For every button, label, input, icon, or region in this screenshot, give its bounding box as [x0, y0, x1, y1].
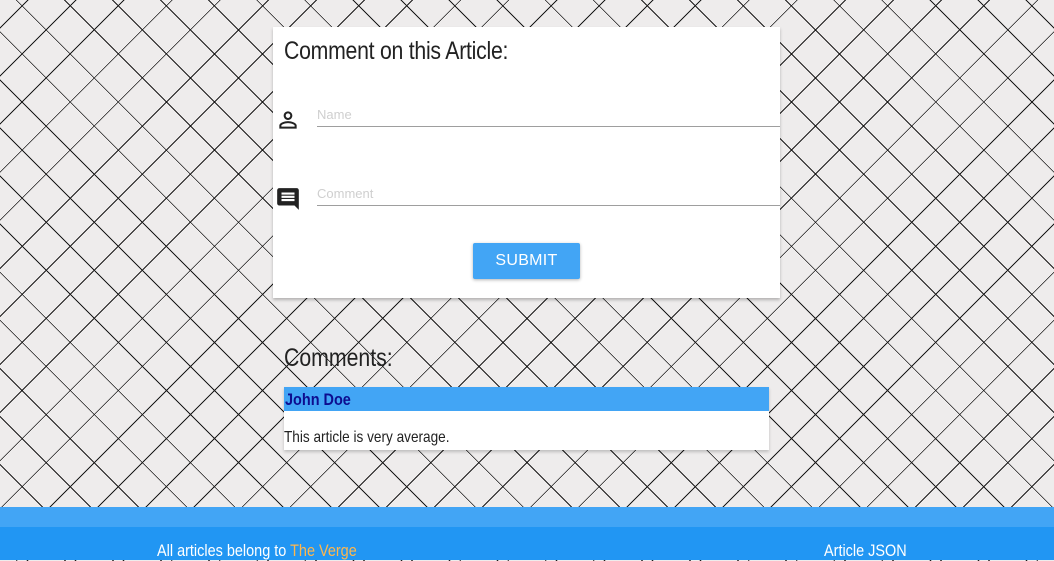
comment-item: John Doe This article is very average. [284, 387, 769, 450]
footer: All articles belong to The Verge Article… [0, 507, 1054, 560]
comment-icon [275, 186, 301, 212]
name-input[interactable] [317, 102, 780, 127]
comment-input[interactable] [317, 181, 780, 206]
submit-button[interactable]: SUBMIT [473, 243, 580, 279]
footer-credit-prefix: All articles belong to [157, 541, 287, 560]
comment-form-card: Comment on this Article: SUBMIT [273, 27, 780, 298]
person-icon [275, 107, 301, 133]
comment-text: This article is very average. [284, 429, 450, 446]
footer-band [0, 507, 1054, 527]
comment-form-title: Comment on this Article: [284, 37, 509, 65]
comments-heading: Comments: [284, 344, 393, 372]
footer-credit: All articles belong to The Verge [157, 541, 357, 561]
comment-author-name: John Doe [285, 390, 351, 409]
comment-author: John Doe [284, 387, 769, 411]
the-verge-link[interactable]: The Verge [290, 541, 357, 560]
article-json-link[interactable]: Article JSON [824, 541, 907, 561]
